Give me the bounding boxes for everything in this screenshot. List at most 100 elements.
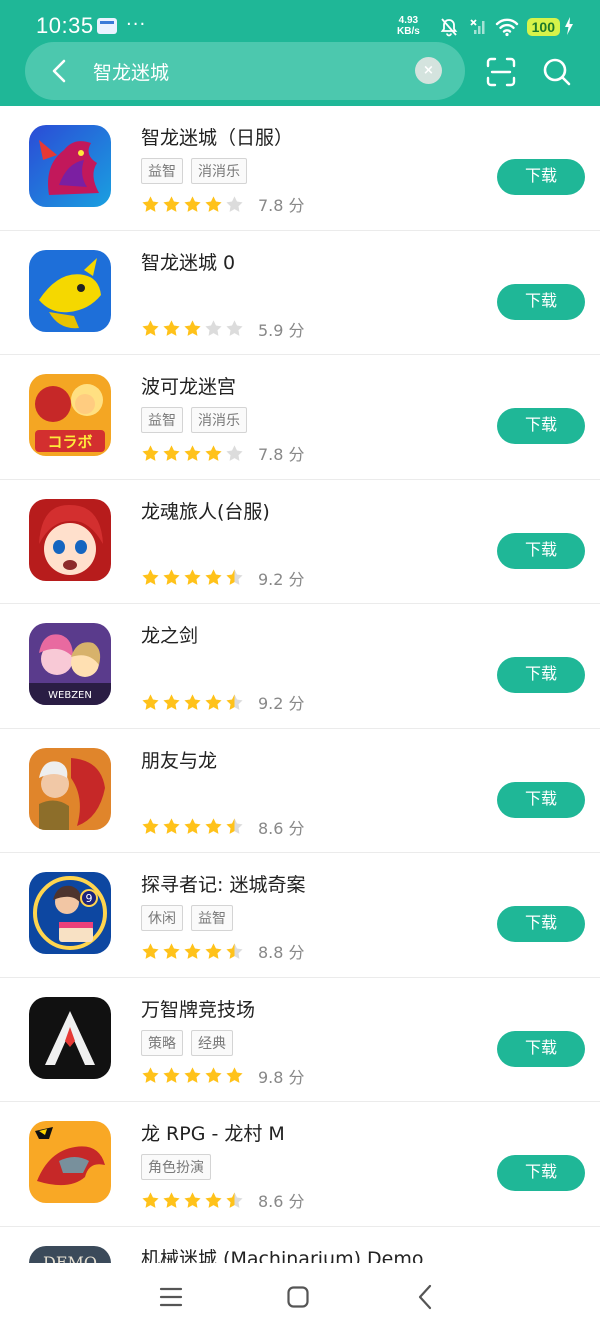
search-result-list[interactable]: 智龙迷城（日服） 益智 消消乐 7.8 分下载 智龙迷城 0 5.9 分下载 コラボ 波可龙迷… <box>0 106 600 1263</box>
app-tag[interactable]: 益智 <box>141 407 183 433</box>
download-button[interactable]: 下载 <box>497 657 585 693</box>
app-name[interactable]: 朋友与龙 <box>141 746 217 773</box>
app-list-item[interactable]: 9 探寻者记: 迷城奇案 休闲 益智 8.8 分 下载 <box>0 853 600 978</box>
app-list-item[interactable]: WEBZEN 龙之剑 9.2 分 下载 <box>0 604 600 729</box>
star-empty-icon <box>205 320 222 336</box>
scan-icon[interactable] <box>484 55 518 89</box>
app-list-item[interactable]: コラボ 波可龙迷宫 益智 消消乐 7.8 分 下载 <box>0 355 600 480</box>
download-button[interactable]: 下载 <box>497 1155 585 1191</box>
rating-stars <box>141 1191 244 1210</box>
app-rating: 8.8 分 <box>141 939 305 963</box>
demo-logo-text: DEMO <box>43 1253 97 1264</box>
rating-stars <box>141 195 244 214</box>
app-name[interactable]: 智龙迷城 0 <box>141 248 235 275</box>
app-list-item[interactable]: 智龙迷城 0 5.9 分 下载 <box>0 231 600 355</box>
star-full-icon <box>205 693 222 710</box>
rating-stars <box>141 693 244 712</box>
star-half-icon <box>226 569 243 585</box>
app-name[interactable]: 机械迷城 (Machinarium) Demo <box>141 1244 424 1264</box>
app-list-item[interactable]: 龙 RPG - 龙村 M 角色扮演 8.6 分 下载 <box>0 1102 600 1227</box>
app-icon[interactable]: DEMO <box>29 1245 111 1264</box>
app-name[interactable]: 万智牌竞技场 <box>141 995 255 1022</box>
app-tag[interactable]: 消消乐 <box>191 407 247 433</box>
app-rating: 9.8 分 <box>141 1064 305 1088</box>
star-full-icon <box>142 195 159 212</box>
app-name[interactable]: 智龙迷城（日服） <box>141 123 293 150</box>
app-tag[interactable]: 益智 <box>191 905 233 931</box>
app-tag[interactable]: 经典 <box>191 1029 233 1056</box>
app-name[interactable]: 龙魂旅人(台服) <box>141 497 270 524</box>
app-rating: 9.2 分 <box>141 566 305 590</box>
star-empty-icon <box>226 444 243 461</box>
webzen-logo-text: WEBZEN <box>48 690 92 701</box>
app-icon[interactable]: 9 <box>29 872 111 954</box>
app-list-item[interactable]: DEMO 机械迷城 (Machinarium) Demo <box>0 1227 600 1264</box>
app-tag[interactable]: 角色扮演 <box>141 1154 211 1180</box>
app-icon[interactable]: コラボ <box>29 374 111 456</box>
star-full-icon <box>184 195 201 212</box>
rating-stars <box>141 568 244 587</box>
mute-bell-icon <box>440 18 457 37</box>
search-box[interactable]: 智龙迷城 × <box>25 42 465 100</box>
app-icon[interactable] <box>29 249 111 332</box>
network-speed-value: 4.93 <box>398 15 419 26</box>
download-button[interactable]: 下载 <box>497 283 585 320</box>
rating-score: 9.8 分 <box>258 1067 305 1087</box>
no-signal-icon <box>470 19 485 34</box>
star-full-icon <box>184 444 201 461</box>
star-half-icon <box>226 942 243 959</box>
rating-score: 7.8 分 <box>258 196 305 215</box>
download-button[interactable]: 下载 <box>497 532 585 569</box>
download-button[interactable]: 下载 <box>497 159 585 195</box>
app-icon[interactable] <box>29 747 111 830</box>
app-tag[interactable]: 策略 <box>141 1029 183 1056</box>
star-full-icon <box>205 1191 222 1208</box>
chevron-left-icon[interactable] <box>45 56 75 86</box>
app-list-item[interactable]: 朋友与龙 8.6 分 下载 <box>0 729 600 853</box>
app-name[interactable]: 探寻者记: 迷城奇案 <box>141 870 305 897</box>
app-name[interactable]: 波可龙迷宫 <box>141 372 236 399</box>
star-full-icon <box>184 942 201 959</box>
app-tags: 策略 经典 <box>141 1029 233 1056</box>
star-full-icon <box>184 1067 201 1083</box>
star-full-icon <box>142 693 159 710</box>
app-list-item[interactable]: 万智牌竞技场 策略 经典 9.8 分 下载 <box>0 978 600 1102</box>
home-icon[interactable] <box>286 1285 310 1309</box>
app-header: 10:35 ··· 4.93 KB/s 100 智龙迷城 × <box>0 0 600 106</box>
star-full-icon <box>163 942 180 959</box>
app-name[interactable]: 龙之剑 <box>141 621 198 648</box>
star-full-icon <box>163 1191 180 1208</box>
app-tag[interactable]: 休闲 <box>141 905 183 931</box>
clear-search-button[interactable]: × <box>415 57 442 84</box>
star-full-icon <box>205 195 222 212</box>
app-list-item[interactable]: 智龙迷城（日服） 益智 消消乐 7.8 分 下载 <box>0 106 600 231</box>
app-icon[interactable]: WEBZEN <box>29 623 111 705</box>
app-icon[interactable] <box>29 498 111 581</box>
app-icon[interactable] <box>29 125 111 207</box>
star-full-icon <box>142 818 159 834</box>
rating-score: 8.8 分 <box>258 943 305 962</box>
search-icon[interactable] <box>540 55 574 89</box>
app-list-item[interactable]: 龙魂旅人(台服) 9.2 分 下载 <box>0 480 600 604</box>
status-bar: 10:35 ··· 4.93 KB/s 100 <box>0 0 600 46</box>
search-input[interactable]: 智龙迷城 <box>93 58 169 85</box>
star-full-icon <box>184 320 201 336</box>
star-half-icon <box>226 1191 243 1208</box>
app-icon[interactable] <box>29 1121 111 1203</box>
download-button[interactable]: 下载 <box>497 781 585 818</box>
app-tags: 益智 消消乐 <box>141 158 247 184</box>
app-icon[interactable] <box>29 996 111 1079</box>
app-rating: 5.9 分 <box>141 317 305 341</box>
rating-stars <box>141 1066 244 1085</box>
download-button[interactable]: 下载 <box>497 1030 585 1067</box>
app-name[interactable]: 龙 RPG - 龙村 M <box>141 1119 285 1146</box>
download-button[interactable]: 下载 <box>497 408 585 444</box>
menu-icon[interactable] <box>159 1285 183 1309</box>
app-tag[interactable]: 益智 <box>141 158 183 184</box>
download-button[interactable]: 下载 <box>497 906 585 942</box>
star-full-icon <box>205 1067 222 1083</box>
app-tag[interactable]: 消消乐 <box>191 158 247 184</box>
rating-stars <box>141 817 244 836</box>
back-icon[interactable] <box>414 1283 438 1311</box>
rating-stars <box>141 319 244 338</box>
